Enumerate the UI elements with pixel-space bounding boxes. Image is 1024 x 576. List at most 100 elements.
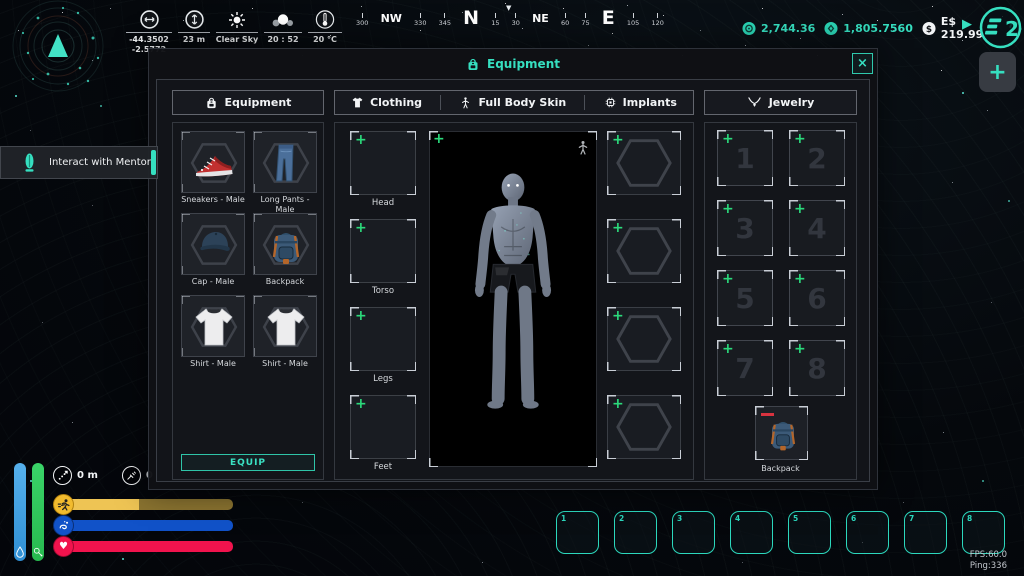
tab-label: Implants (623, 96, 677, 109)
hotkey-label: 8 (967, 514, 972, 523)
mentor-notification: Interact with Mentor (0, 146, 158, 179)
jewelry-slot-1[interactable]: 1 + (717, 130, 773, 186)
add-icon[interactable]: + (612, 396, 624, 413)
hotkey-label: 3 (677, 514, 682, 523)
close-button[interactable]: × (852, 53, 873, 74)
add-icon[interactable]: + (722, 341, 734, 358)
hotbar-slot-6[interactable]: 6 (846, 511, 889, 554)
currency-coin-icon (742, 21, 756, 36)
sun-icon (227, 8, 247, 31)
tab-jewelry[interactable]: Jewelry (704, 90, 857, 115)
add-icon[interactable]: + (433, 131, 445, 148)
backpack-image (761, 409, 805, 457)
implant-slot-4[interactable]: + (607, 395, 681, 459)
oxygen-icon (53, 515, 74, 536)
hotbar-slot-8[interactable]: 8 (962, 511, 1005, 554)
svg-text:$: $ (926, 24, 932, 34)
jewelry-slot-8[interactable]: 8 + (789, 340, 845, 396)
hotkey-label: 5 (793, 514, 798, 523)
slot-head[interactable]: + Head (349, 131, 417, 208)
add-icon[interactable]: + (355, 308, 367, 325)
add-icon[interactable]: + (612, 132, 624, 149)
remove-icon[interactable] (761, 413, 774, 416)
add-icon[interactable]: + (722, 131, 734, 148)
add-icon[interactable]: + (722, 271, 734, 288)
hotbar-slot-2[interactable]: 2 (614, 511, 657, 554)
game-logo[interactable]: 2 (978, 5, 1023, 50)
item-label: Sneakers - Male (181, 195, 245, 205)
hotbar-slot-7[interactable]: 7 (904, 511, 947, 554)
jewelry-slot-6[interactable]: 6 + (789, 270, 845, 326)
hotkey-label: 1 (561, 514, 566, 523)
person-icon[interactable] (575, 136, 591, 160)
add-icon[interactable]: + (355, 220, 367, 237)
equipped-backpack-slot[interactable] (755, 406, 808, 460)
jewelry-slot-3[interactable]: 3 + (717, 200, 773, 256)
hotkey-label: 7 (909, 514, 914, 523)
hud-temperature: 20 °C (308, 8, 342, 45)
tab-group: Clothing Full Body Skin Implants (334, 90, 694, 115)
slot-label: Feet (374, 462, 392, 472)
svg-text:2: 2 (1005, 17, 1019, 41)
hotbar-slot-1[interactable]: 1 (556, 511, 599, 554)
stamina-bar (62, 499, 233, 510)
inventory-item-long-pants[interactable]: Long Pants - Male (253, 131, 317, 214)
tab-label: Clothing (370, 96, 422, 109)
implant-slot-2[interactable]: + (607, 219, 681, 283)
character-model-viewport[interactable]: + (429, 131, 597, 467)
implant-slot-3[interactable]: + (607, 307, 681, 371)
compass-tick: 345 (439, 13, 451, 27)
slot-feet[interactable]: + Feet (349, 395, 417, 472)
item-label: Cap - Male (181, 277, 245, 287)
add-icon[interactable]: + (355, 396, 367, 413)
tab-clothing[interactable]: Clothing (345, 91, 428, 114)
slot-legs[interactable]: + Legs (349, 307, 417, 384)
character-panel: + Head + Torso + Legs + Feet + (334, 122, 694, 480)
compass-cardinal: NW (381, 12, 402, 27)
slot-torso[interactable]: + Torso (349, 219, 417, 296)
tab-equipment[interactable]: Equipment (172, 90, 324, 115)
altitude-icon (184, 8, 205, 31)
hotbar: 1 2 3 4 5 6 7 8 (556, 511, 1005, 554)
add-icon[interactable]: + (612, 308, 624, 325)
add-icon[interactable]: + (794, 131, 806, 148)
syringe-icon (122, 466, 141, 485)
implant-slot-1[interactable]: + (607, 131, 681, 195)
inventory-item-sneakers[interactable]: Sneakers - Male (181, 131, 245, 205)
tab-implants[interactable]: Implants (598, 91, 683, 114)
backpack-image (262, 221, 310, 269)
radar-rings-icon (8, 0, 108, 98)
hotbar-slot-5[interactable]: 5 (788, 511, 831, 554)
add-icon[interactable]: + (794, 201, 806, 218)
health-icon: ♥ (53, 536, 74, 557)
equip-button[interactable]: EQUIP (181, 454, 315, 471)
inventory-item-shirt-1[interactable]: Shirt - Male (181, 295, 245, 369)
thermometer-icon (315, 8, 335, 31)
hud-altitude: 23 m (178, 8, 210, 45)
distance-value: 0 m (77, 470, 98, 481)
add-icon[interactable]: + (794, 271, 806, 288)
add-icon[interactable]: + (794, 341, 806, 358)
jewelry-slot-5[interactable]: 5 + (717, 270, 773, 326)
add-icon[interactable]: + (355, 132, 367, 149)
hotbar-slot-4[interactable]: 4 (730, 511, 773, 554)
add-icon[interactable]: + (612, 220, 624, 237)
shirt-image (190, 303, 238, 351)
compass-tick: 300 (356, 13, 368, 27)
jewelry-slot-7[interactable]: 7 + (717, 340, 773, 396)
play-icon[interactable]: ▶ (962, 18, 972, 31)
tab-full-body-skin[interactable]: Full Body Skin (453, 91, 572, 114)
jewelry-slot-4[interactable]: 4 + (789, 200, 845, 256)
compass-tick: 120 (651, 13, 663, 27)
altitude-value: 23 m (183, 35, 205, 45)
hotbar-slot-3[interactable]: 3 (672, 511, 715, 554)
hydration-bar (14, 463, 26, 561)
temperature-value: 20 °C (313, 35, 337, 45)
add-window-button[interactable]: + (979, 52, 1016, 92)
inventory-item-shirt-2[interactable]: Shirt - Male (253, 295, 317, 369)
jewelry-slot-2[interactable]: 2 + (789, 130, 845, 186)
add-icon[interactable]: + (722, 201, 734, 218)
inventory-item-backpack[interactable]: Backpack (253, 213, 317, 287)
inventory-item-cap[interactable]: Cap - Male (181, 213, 245, 287)
food-icon (33, 546, 43, 558)
